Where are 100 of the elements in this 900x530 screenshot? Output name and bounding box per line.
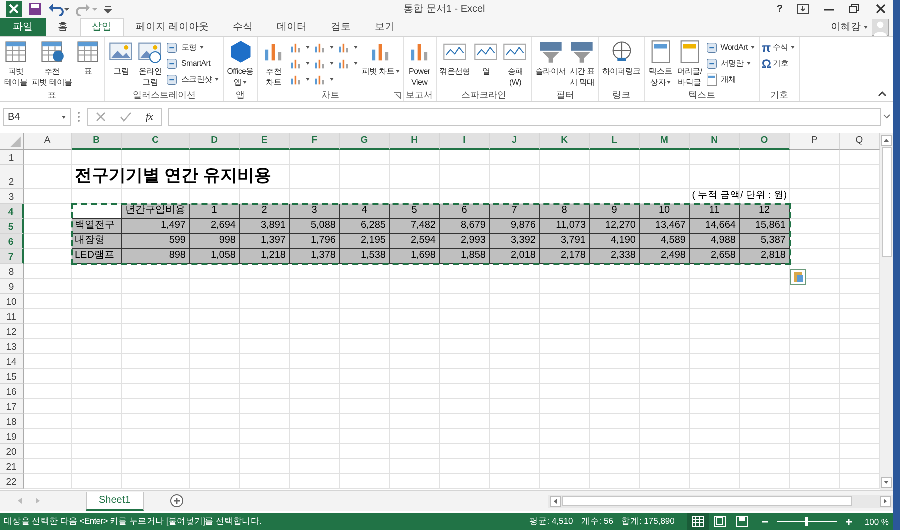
column-header[interactable]: A — [24, 133, 72, 150]
vertical-scrollbar[interactable] — [880, 133, 893, 490]
row-header[interactable]: 2 — [0, 165, 24, 189]
column-header[interactable]: J — [490, 133, 540, 150]
ribbon-button[interactable]: 스크린샷 — [165, 72, 222, 87]
help-button[interactable]: ? — [776, 4, 783, 14]
column-header[interactable]: K — [540, 133, 590, 150]
ribbon-button[interactable]: 서명란 — [704, 56, 757, 71]
row-header[interactable]: 6 — [0, 234, 24, 249]
row-header[interactable]: 13 — [0, 339, 24, 354]
row-header[interactable]: 10 — [0, 294, 24, 309]
ribbon-button[interactable]: 추천 피벗 테이블 — [31, 39, 74, 89]
row-header[interactable]: 14 — [0, 354, 24, 369]
add-sheet-icon[interactable] — [170, 494, 184, 508]
zoom-in-icon[interactable] — [844, 518, 853, 526]
row-header[interactable]: 19 — [0, 429, 24, 444]
ribbon-button[interactable]: SmartArt — [165, 56, 222, 71]
row-header[interactable]: 1 — [0, 150, 24, 165]
column-header[interactable]: L — [590, 133, 640, 150]
ribbon-button[interactable]: 그림 — [107, 39, 136, 89]
row-header[interactable]: 17 — [0, 399, 24, 414]
close-icon[interactable] — [875, 4, 887, 14]
zoom-level[interactable]: 100 % — [864, 516, 889, 526]
row-header[interactable]: 20 — [0, 444, 24, 459]
column-header[interactable]: N — [690, 133, 740, 150]
column-header[interactable]: F — [290, 133, 340, 150]
ribbon-tab[interactable]: 데이터 — [264, 18, 319, 36]
ribbon-tab[interactable]: 수식 — [220, 18, 265, 36]
ribbon-display-icon[interactable] — [797, 4, 809, 14]
ribbon-button[interactable]: WordArt — [704, 40, 757, 55]
cancel-icon[interactable] — [96, 112, 106, 122]
ribbon-button[interactable]: 피벗 차트 — [360, 39, 401, 89]
insert-function-button[interactable]: fx — [146, 112, 154, 122]
customize-toolbar-icon[interactable] — [104, 4, 112, 14]
ribbon-button[interactable]: 텍스트 상자 — [646, 39, 675, 89]
scroll-right-icon[interactable] — [880, 496, 891, 506]
column-header[interactable]: P — [790, 133, 840, 150]
column-header[interactable]: G — [340, 133, 390, 150]
ribbon-button[interactable]: 온라인 그림 — [136, 39, 164, 89]
ribbon-button[interactable]: 추천 차트 — [260, 39, 288, 89]
ribbon-button[interactable]: Ω 기호 — [762, 56, 798, 71]
check-icon[interactable] — [120, 112, 132, 122]
column-header[interactable]: E — [240, 133, 290, 150]
ribbon-button[interactable]: 슬라이서 — [534, 39, 568, 89]
view-button[interactable] — [686, 513, 709, 530]
ribbon-button[interactable]: 도형 — [165, 40, 222, 55]
row-header[interactable]: 3 — [0, 189, 24, 204]
save-icon[interactable] — [28, 2, 42, 16]
column-header[interactable]: B — [72, 133, 122, 150]
ribbon-button[interactable]: Power View — [406, 39, 434, 89]
row-header[interactable]: 21 — [0, 459, 24, 474]
scroll-up-icon[interactable] — [881, 135, 892, 146]
column-header[interactable]: H — [390, 133, 440, 150]
ribbon-button[interactable]: 승패 (W) — [501, 39, 530, 89]
ribbon-tab[interactable]: 홈 — [46, 18, 80, 36]
row-header[interactable]: 15 — [0, 369, 24, 384]
user-name[interactable]: 이혜강 — [831, 20, 861, 34]
row-header[interactable]: 5 — [0, 219, 24, 234]
avatar-icon[interactable] — [872, 18, 889, 36]
collapse-ribbon-icon[interactable] — [878, 91, 887, 97]
ribbon-tab[interactable]: 보기 — [362, 18, 407, 36]
ribbon-button[interactable]: π 수식 — [762, 40, 798, 55]
row-header[interactable]: 8 — [0, 264, 24, 279]
ribbon-button[interactable]: 피벗 테이블 — [2, 39, 30, 89]
ribbon-tab[interactable]: 페이지 레이아웃 — [124, 18, 221, 36]
row-header[interactable]: 16 — [0, 384, 24, 399]
row-header[interactable]: 11 — [0, 309, 24, 324]
ribbon-tab[interactable]: 파일 — [0, 18, 46, 36]
column-header[interactable]: C — [122, 133, 190, 150]
zoom-slider-thumb[interactable] — [804, 517, 808, 526]
sheet-tab[interactable]: Sheet1 — [86, 492, 144, 510]
scrollbar-thumb[interactable] — [562, 496, 852, 506]
column-header[interactable]: M — [640, 133, 690, 150]
restore-icon[interactable] — [849, 4, 861, 14]
ribbon-button[interactable]: 머리글/ 바닥글 — [676, 39, 704, 89]
name-box[interactable]: B4 — [3, 108, 71, 126]
ribbon-button[interactable]: 하이퍼링크 — [601, 39, 642, 89]
horizontal-scrollbar[interactable] — [548, 494, 893, 508]
ribbon-button[interactable]: Office용 앱 — [226, 39, 255, 89]
active-cell[interactable] — [72, 204, 122, 219]
ribbon-button[interactable]: 시간 표 시 막대 — [568, 39, 596, 89]
ribbon-button[interactable]: 열 — [472, 39, 500, 89]
formula-input[interactable] — [168, 108, 881, 126]
column-header[interactable]: I — [440, 133, 490, 150]
row-header[interactable]: 18 — [0, 414, 24, 429]
scroll-down-icon[interactable] — [881, 477, 892, 488]
scrollbar-thumb[interactable] — [882, 147, 892, 257]
undo-icon[interactable] — [48, 2, 70, 16]
scroll-left-icon[interactable] — [550, 496, 561, 506]
expand-icon[interactable] — [883, 114, 891, 120]
column-header[interactable]: Q — [840, 133, 880, 150]
row-header[interactable]: 22 — [0, 474, 24, 489]
row-header[interactable]: 12 — [0, 324, 24, 339]
dialog-launcher-icon[interactable] — [394, 92, 401, 99]
ribbon-button[interactable]: 꺾은선형 — [438, 39, 472, 89]
row-header[interactable]: 4 — [0, 204, 24, 219]
ribbon-button[interactable]: 개체 — [704, 72, 757, 87]
column-header[interactable]: O — [740, 133, 790, 150]
column-header[interactable]: D — [190, 133, 240, 150]
row-header[interactable]: 7 — [0, 249, 24, 264]
